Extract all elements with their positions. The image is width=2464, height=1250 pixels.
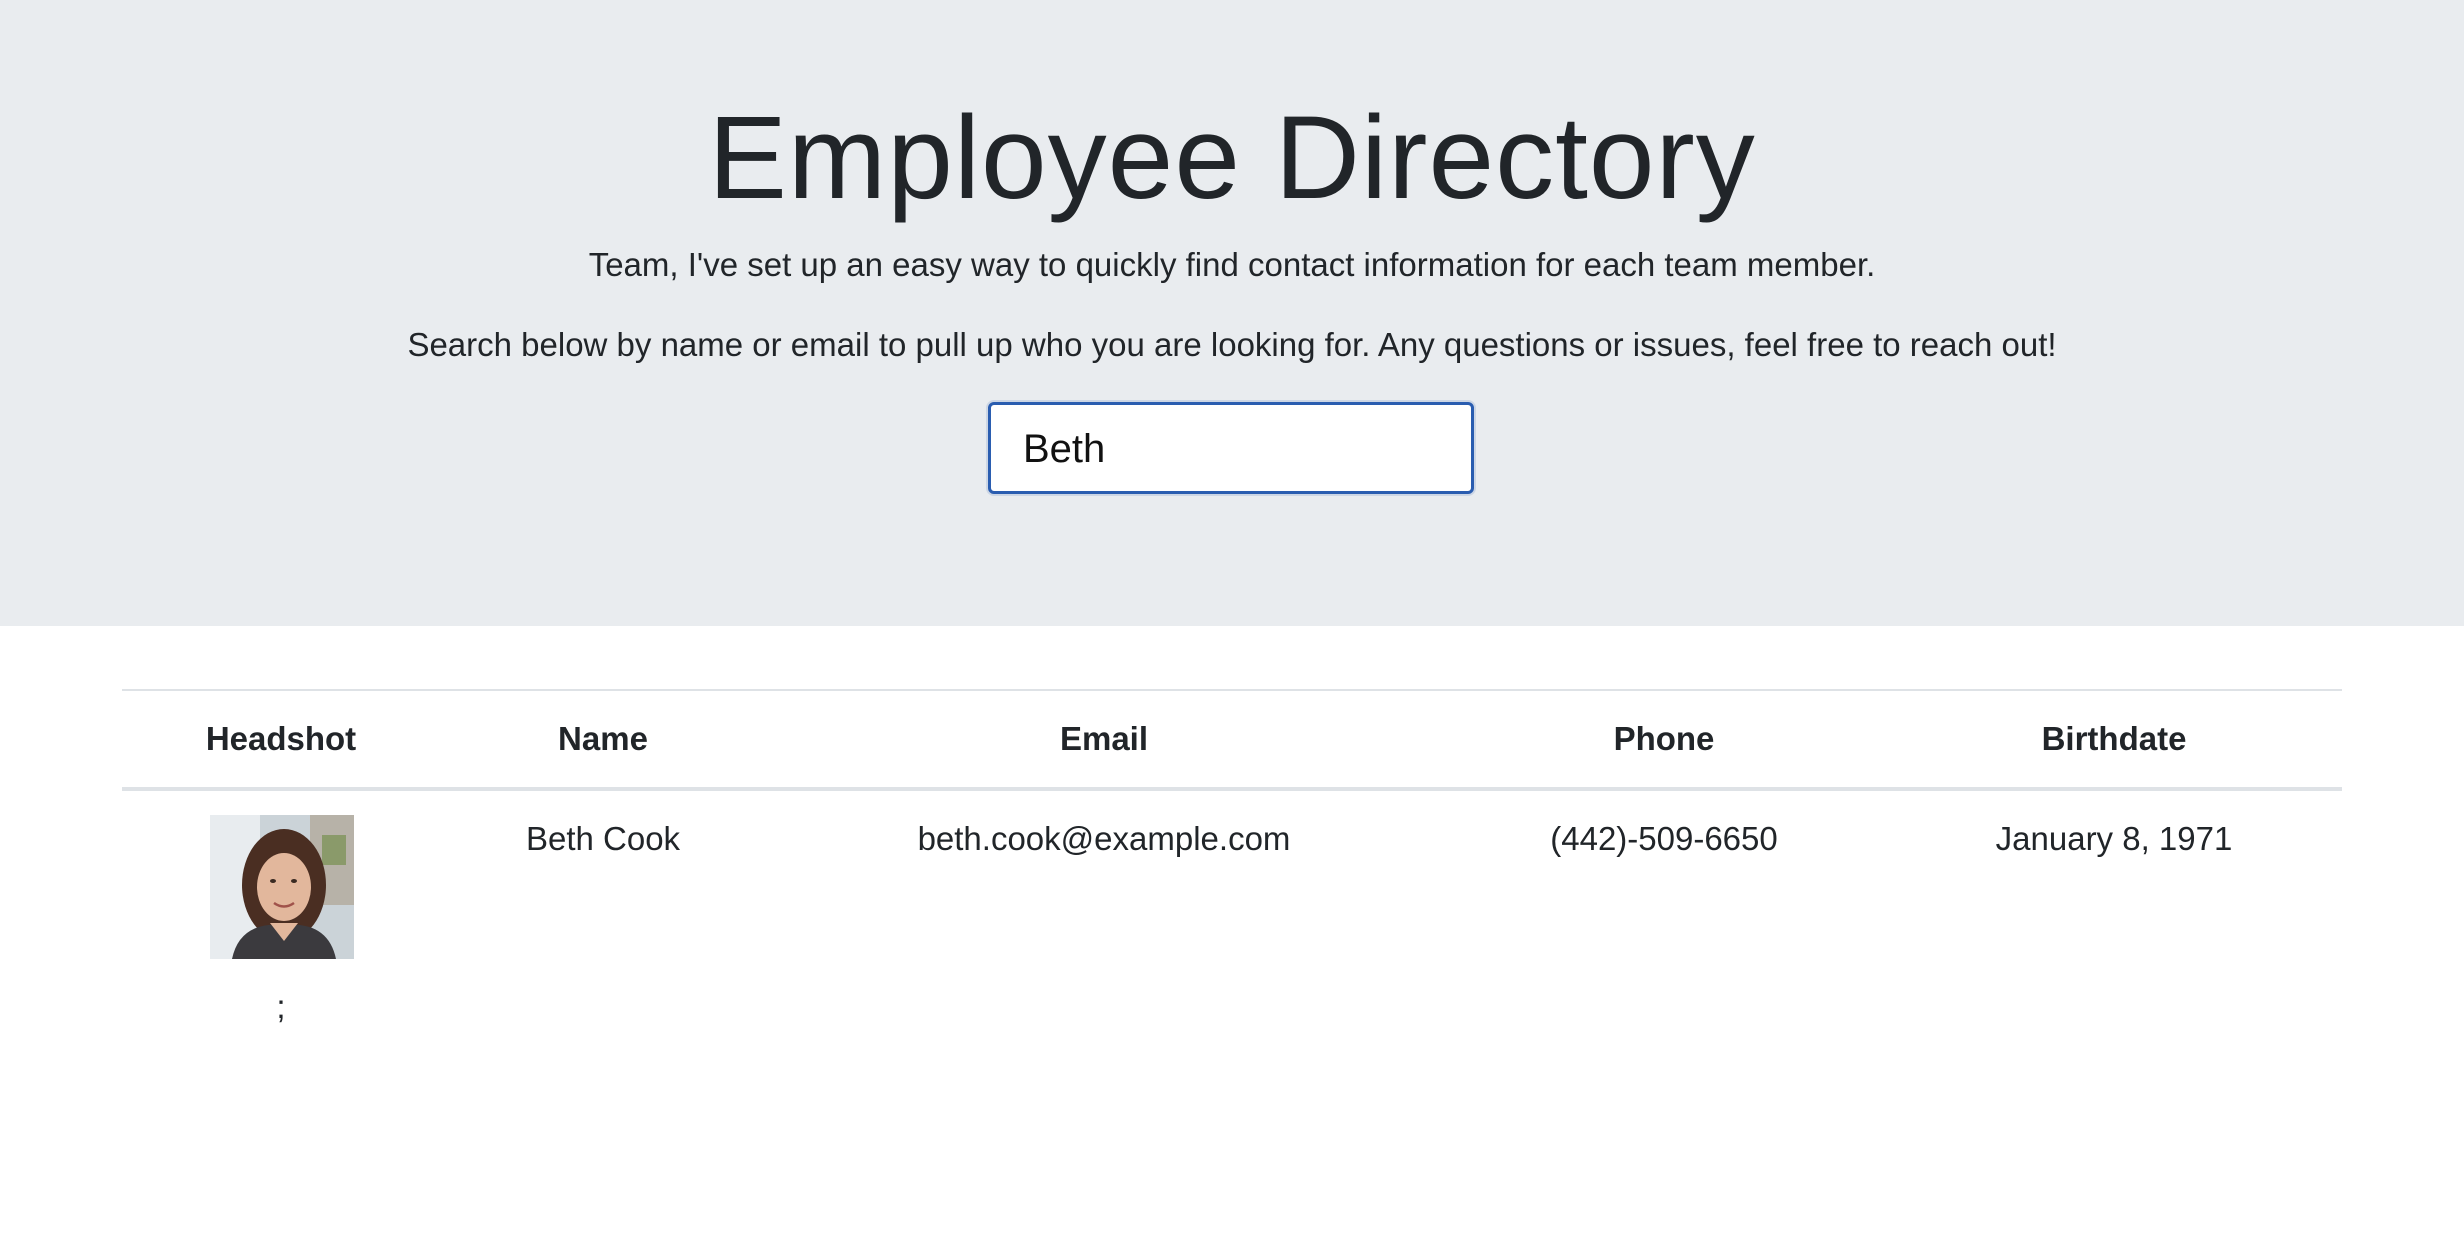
cell-email: beth.cook@example.com	[917, 820, 1291, 857]
cell-name: Beth Cook	[525, 820, 681, 857]
intro-text-line-1: Team, I've set up an easy way to quickly…	[588, 246, 1876, 283]
table-top-border	[122, 689, 2342, 691]
intro-text-line-2: Search below by name or email to pull up…	[407, 326, 2057, 363]
search-input[interactable]	[1023, 423, 1443, 475]
column-header-headshot: Headshot	[205, 720, 357, 757]
cell-birthdate: January 8, 1971	[1995, 820, 2233, 857]
column-header-birthdate: Birthdate	[2041, 720, 2187, 757]
headshot-trailing-text: ;	[276, 988, 286, 1025]
cell-phone: (442)-509-6650	[1550, 820, 1778, 857]
column-header-phone: Phone	[1613, 720, 1715, 757]
table-header-border	[122, 787, 2342, 791]
page-title: Employee Directory	[708, 92, 1756, 224]
headshot-photo-icon	[210, 815, 354, 959]
header-jumbotron: Employee Directory Team, I've set up an …	[0, 0, 2464, 626]
search-box[interactable]	[988, 402, 1474, 494]
headshot-image	[210, 815, 354, 959]
column-header-name: Name	[558, 720, 648, 757]
column-header-email: Email	[1059, 720, 1149, 757]
